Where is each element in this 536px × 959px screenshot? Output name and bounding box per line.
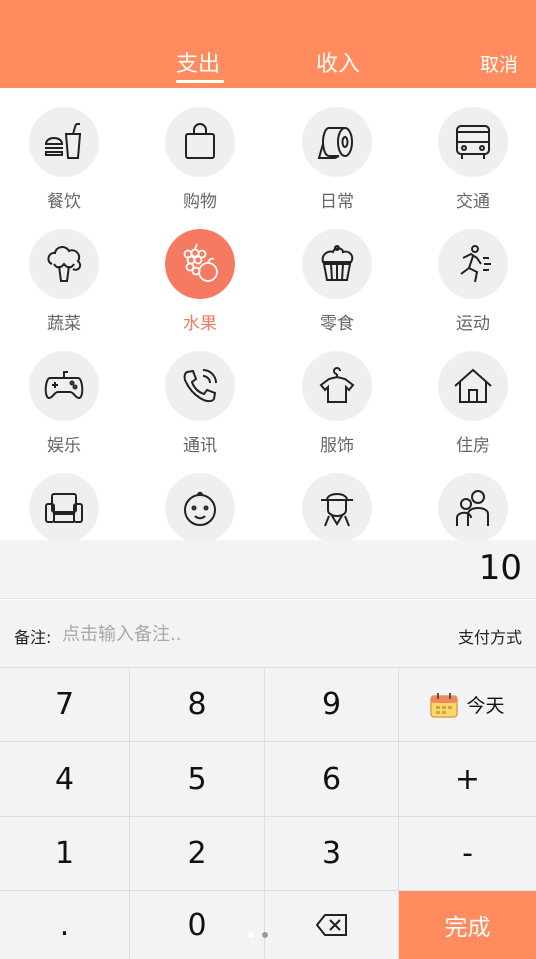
category-communication[interactable]: 通讯 xyxy=(140,332,260,456)
key-1[interactable]: 1 xyxy=(0,817,130,891)
keypad: 7 8 9 今天 4 5 6 + 1 2 3 - . 0 完成 xyxy=(0,668,536,959)
note-row: 备注: 支付方式 xyxy=(0,600,536,668)
key-6[interactable]: 6 xyxy=(265,742,399,817)
category-label: 蔬菜 xyxy=(47,314,81,334)
category-label: 娱乐 xyxy=(47,436,81,456)
payment-method-button[interactable]: 支付方式 xyxy=(458,624,522,648)
cupcake-icon xyxy=(302,229,372,299)
key-8[interactable]: 8 xyxy=(130,668,265,742)
running-icon xyxy=(438,229,508,299)
toilet-paper-icon xyxy=(302,107,372,177)
category-label: 日常 xyxy=(320,192,354,212)
key-0[interactable]: 0 xyxy=(130,891,265,959)
note-input[interactable] xyxy=(62,620,362,648)
category-furniture[interactable] xyxy=(4,454,124,540)
bus-icon xyxy=(438,107,508,177)
category-label: 餐饮 xyxy=(47,192,81,212)
page-dot xyxy=(248,932,254,938)
broccoli-icon xyxy=(29,229,99,299)
category-label: 交通 xyxy=(456,192,490,212)
tab-expense[interactable]: 支出 xyxy=(176,46,220,78)
house-icon xyxy=(438,351,508,421)
gamepad-icon xyxy=(29,351,99,421)
note-label: 备注: xyxy=(14,628,52,647)
done-button[interactable]: 完成 xyxy=(399,891,536,959)
category-elder[interactable] xyxy=(277,454,397,540)
key-5[interactable]: 5 xyxy=(130,742,265,817)
category-label: 运动 xyxy=(456,314,490,334)
calendar-icon xyxy=(430,692,459,718)
key-2[interactable]: 2 xyxy=(130,817,265,891)
category-housing[interactable]: 住房 xyxy=(413,332,533,456)
category-family[interactable] xyxy=(413,454,533,540)
grapes-orange-icon xyxy=(165,229,235,299)
category-transport[interactable]: 交通 xyxy=(413,88,533,212)
category-daily[interactable]: 日常 xyxy=(277,88,397,212)
category-fruit[interactable]: 水果 xyxy=(140,210,260,334)
phone-icon xyxy=(165,351,235,421)
category-label: 通讯 xyxy=(183,436,217,456)
category-snacks[interactable]: 零食 xyxy=(277,210,397,334)
key-minus[interactable]: - xyxy=(399,817,536,891)
amount-display: 10 xyxy=(0,540,536,599)
cancel-button[interactable]: 取消 xyxy=(480,50,518,77)
active-tab-indicator xyxy=(176,80,224,83)
category-grid: 餐饮 购物 日常 交通 蔬菜 水果 零食 运动 娱乐 通讯 服饰 住房 xyxy=(0,88,536,540)
category-label: 住房 xyxy=(456,436,490,456)
category-clothing[interactable]: 服饰 xyxy=(277,332,397,456)
category-dining[interactable]: 餐饮 xyxy=(4,88,124,212)
key-9[interactable]: 9 xyxy=(265,668,399,742)
backspace-button[interactable] xyxy=(265,891,399,959)
tab-income[interactable]: 收入 xyxy=(316,46,360,78)
category-label: 购物 xyxy=(183,192,217,212)
category-label: 服饰 xyxy=(320,436,354,456)
baby-icon xyxy=(165,473,235,540)
page-indicator xyxy=(248,932,268,938)
sofa-icon xyxy=(29,473,99,540)
key-plus[interactable]: + xyxy=(399,742,536,817)
key-4[interactable]: 4 xyxy=(0,742,130,817)
category-label: 水果 xyxy=(183,314,217,334)
shirt-hanger-icon xyxy=(302,351,372,421)
burger-drink-icon xyxy=(29,107,99,177)
shopping-bag-icon xyxy=(165,107,235,177)
header-bar: 支出 收入 取消 xyxy=(0,0,536,88)
category-vegetables[interactable]: 蔬菜 xyxy=(4,210,124,334)
family-icon xyxy=(438,473,508,540)
elder-icon xyxy=(302,473,372,540)
amount-value: 10 xyxy=(478,548,522,588)
category-baby[interactable] xyxy=(140,454,260,540)
page-dot-active xyxy=(262,932,268,938)
category-shopping[interactable]: 购物 xyxy=(140,88,260,212)
category-label: 零食 xyxy=(320,314,354,334)
key-decimal[interactable]: . xyxy=(0,891,130,959)
backspace-icon xyxy=(315,914,347,936)
category-sports[interactable]: 运动 xyxy=(413,210,533,334)
key-7[interactable]: 7 xyxy=(0,668,130,742)
today-label: 今天 xyxy=(466,695,505,717)
category-entertainment[interactable]: 娱乐 xyxy=(4,332,124,456)
key-3[interactable]: 3 xyxy=(265,817,399,891)
today-date-button[interactable]: 今天 xyxy=(399,668,536,742)
